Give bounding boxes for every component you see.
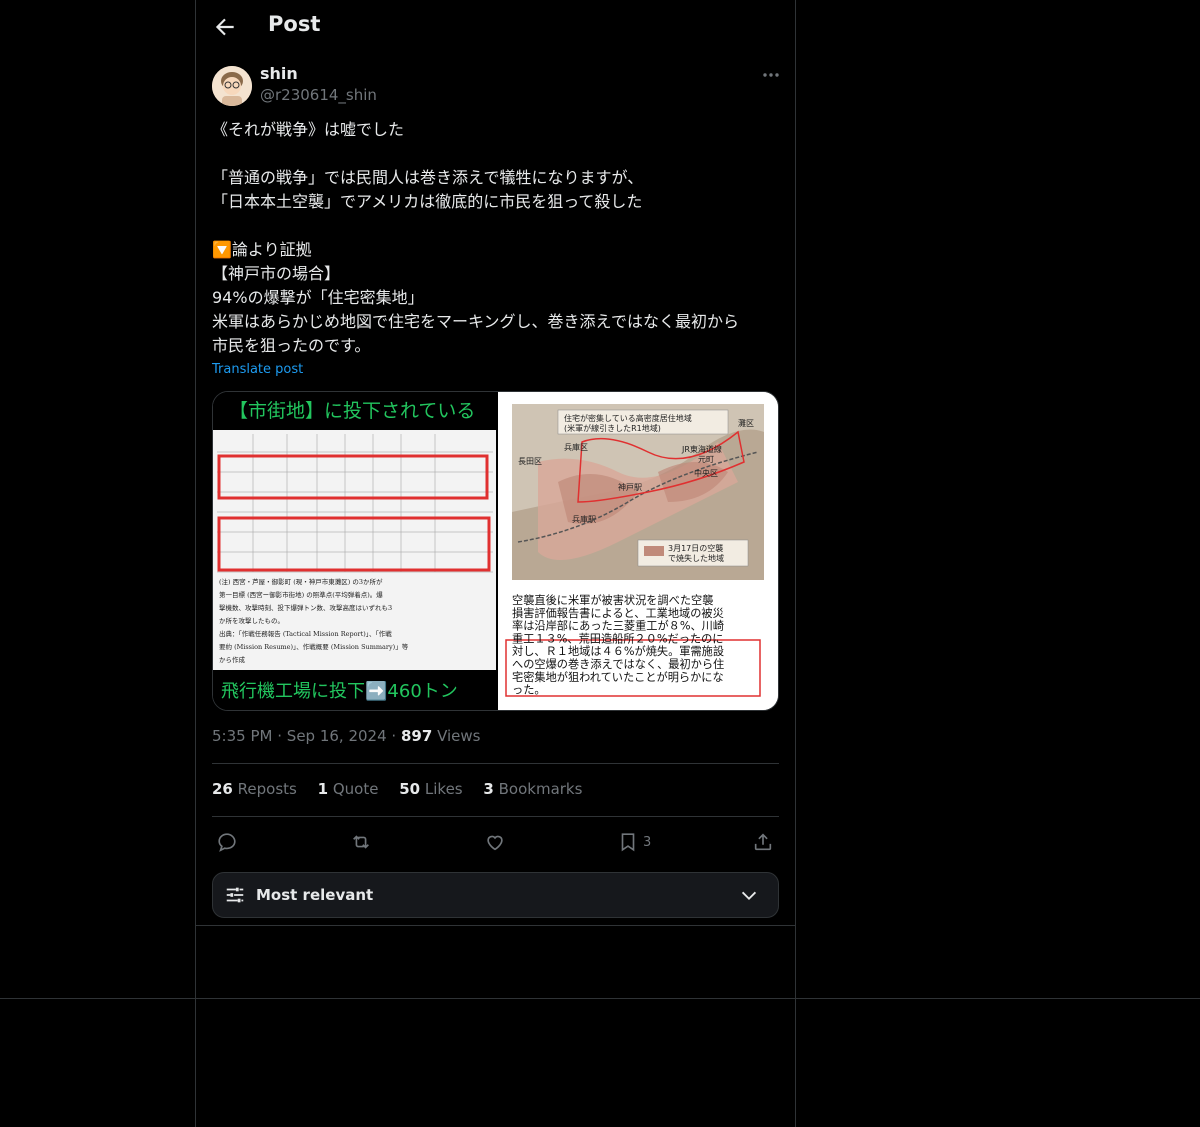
author-name[interactable]: shin	[260, 64, 298, 83]
map-label: 元町	[698, 455, 714, 464]
map-legend-top-line: (米軍が線引きしたR1地域)	[564, 423, 661, 433]
post-date[interactable]: Sep 16, 2024	[287, 727, 387, 745]
map-label: 神戸駅	[618, 482, 642, 492]
map-legend-top-line: 住宅が密集している高密度居住地域	[564, 413, 692, 423]
left-note-line: 要約 (Mission Resume)」、作戦概要 (Mission Summa…	[219, 642, 409, 651]
likes-stat[interactable]: 50 Likes	[399, 780, 462, 798]
right-caption-line: への空爆の巻き添えではなく、最初から住	[512, 657, 724, 671]
map-label: 灘区	[738, 418, 754, 428]
table-image: 【市街地】に投下されている (注) 西宮・芦屋・御影町 (現・神戸市東灘区) の…	[213, 392, 496, 710]
left-note-line: 出典：「作戦任務報告 (Tactical Mission Report)」、「作…	[219, 629, 392, 638]
post-text-line	[212, 214, 782, 238]
translate-post-link[interactable]: Translate post	[212, 362, 303, 377]
top-bar: Post	[196, 0, 795, 54]
views-label: Views	[437, 727, 481, 745]
post-text-line: 市民を狙ったのです。	[212, 336, 371, 355]
post-text-line: 94%の爆撃が「住宅密集地」	[212, 288, 424, 307]
post-time[interactable]: 5:35 PM	[212, 727, 272, 745]
reposts-stat[interactable]: 26 Reposts	[212, 780, 297, 798]
bookmark-button[interactable]: 3	[617, 830, 651, 854]
share-icon[interactable]	[752, 830, 774, 854]
right-caption: 空襲直後に米軍が被害状況を調べた空襲損害評価報告書によると、工業地域の被災率は沿…	[512, 593, 724, 697]
media-right-image[interactable]: 住宅が密集している高密度居住地域 (米軍が線引きしたR1地域) 灘区兵庫区長田区中…	[498, 392, 778, 710]
left-title: 【市街地】に投下されている	[229, 400, 475, 422]
left-bottom: 飛行機工場に投下➡️460トン	[221, 680, 458, 702]
left-note-line: (注) 西宮・芦屋・御影町 (現・神戸市東灘区) の3か所が	[219, 577, 383, 586]
right-caption-line: 損害評価報告書によると、工業地域の被災	[512, 606, 724, 620]
back-arrow-icon[interactable]	[212, 14, 238, 40]
sort-label: Most relevant	[256, 886, 374, 904]
divider	[212, 816, 779, 817]
map-image: 住宅が密集している高密度居住地域(米軍が線引きしたR1地域) 灘区兵庫区長田区中…	[498, 392, 778, 710]
post-text-line: 🔽論より証拠	[212, 240, 312, 259]
filter-sliders-icon	[226, 887, 244, 903]
map-legend-bottom-line: で焼失した地域	[668, 553, 724, 563]
post-stats: 26 Reposts 1 Quote 50 Likes 3 Bookmarks	[212, 780, 598, 798]
author-handle[interactable]: @r230614_shin	[260, 86, 377, 104]
bookmark-icon	[621, 833, 635, 852]
post-meta: 5:35 PM · Sep 16, 2024 · 897 Views	[212, 727, 481, 745]
sort-replies-dropdown[interactable]: Most relevant	[212, 872, 779, 918]
map-legend-bottom-line: 3月17日の空襲	[668, 543, 723, 553]
map-label: 中央区	[694, 468, 718, 478]
post-text-line: 【神戸市の場合】	[212, 264, 341, 283]
post-text: 《それが戦争》は嘘でした 「普通の戦争」では民間人は巻き添えで犠牲になりますが、…	[212, 118, 782, 358]
post-text-line	[212, 142, 782, 166]
page-title: Post	[268, 12, 321, 36]
map-label: 兵庫駅	[572, 514, 596, 524]
post-text-line: 「普通の戦争」では民間人は巻き添えで犠牲になりますが、	[212, 168, 644, 187]
quotes-stat[interactable]: 1 Quote	[318, 780, 379, 798]
left-note-line: か所を攻撃したもの。	[219, 616, 284, 625]
map-label: JR東海道線	[681, 444, 722, 454]
repost-icon[interactable]	[350, 830, 372, 854]
media-left-image[interactable]: 【市街地】に投下されている (注) 西宮・芦屋・御影町 (現・神戸市東灘区) の…	[213, 392, 496, 710]
right-caption-line: 率は沿岸部にあった三菱重工が８%、川崎	[512, 619, 724, 633]
chevron-down-icon	[741, 891, 757, 901]
divider	[212, 763, 779, 764]
main-column: Post shin @r230614_shin 《それが戦争》は嘘でした 「普通…	[195, 0, 796, 1127]
map-label: 兵庫区	[564, 442, 588, 452]
bookmarks-stat[interactable]: 3 Bookmarks	[483, 780, 582, 798]
right-caption-line: 重工１３%、荒田造船所２０%だったのに	[512, 631, 723, 645]
right-caption-line: 宅密集地が狙われていたことが明らかにな	[512, 670, 724, 684]
divider	[0, 998, 1200, 999]
left-note-line: 撃機数、攻撃時刻、投下爆弾トン数、攻撃高度はいずれも3	[219, 603, 392, 612]
map-label: 長田区	[518, 457, 542, 466]
like-icon[interactable]	[484, 830, 506, 854]
post-text-line: 《それが戦争》は嘘でした	[212, 120, 405, 139]
post-media[interactable]: 【市街地】に投下されている (注) 西宮・芦屋・御影町 (現・神戸市東灘区) の…	[212, 391, 779, 711]
bookmark-count: 3	[643, 834, 652, 850]
right-caption-line: 空襲直後に米軍が被害状況を調べた空襲	[512, 593, 713, 607]
right-caption-line: った。	[512, 684, 546, 697]
more-options-icon[interactable]	[760, 64, 782, 86]
reply-icon[interactable]	[216, 830, 238, 854]
action-bar: 3	[212, 826, 779, 858]
divider	[196, 925, 795, 926]
left-note-line: 第一目標 (西宮ー御影市街地) の照準点(平均弾着点)。爆	[219, 590, 383, 599]
views-count: 897	[400, 727, 433, 745]
left-note-line: から作成	[219, 655, 246, 664]
post-text-line: 「日本本土空襲」でアメリカは徹底的に市民を狙って殺した	[212, 192, 643, 211]
right-caption-line: 対し、Ｒ１地域は４６%が焼失。軍需施設	[512, 644, 724, 658]
post-text-line: 米軍はあらかじめ地図で住宅をマーキングし、巻き添えではなく最初から	[212, 312, 740, 331]
avatar[interactable]	[212, 66, 252, 106]
